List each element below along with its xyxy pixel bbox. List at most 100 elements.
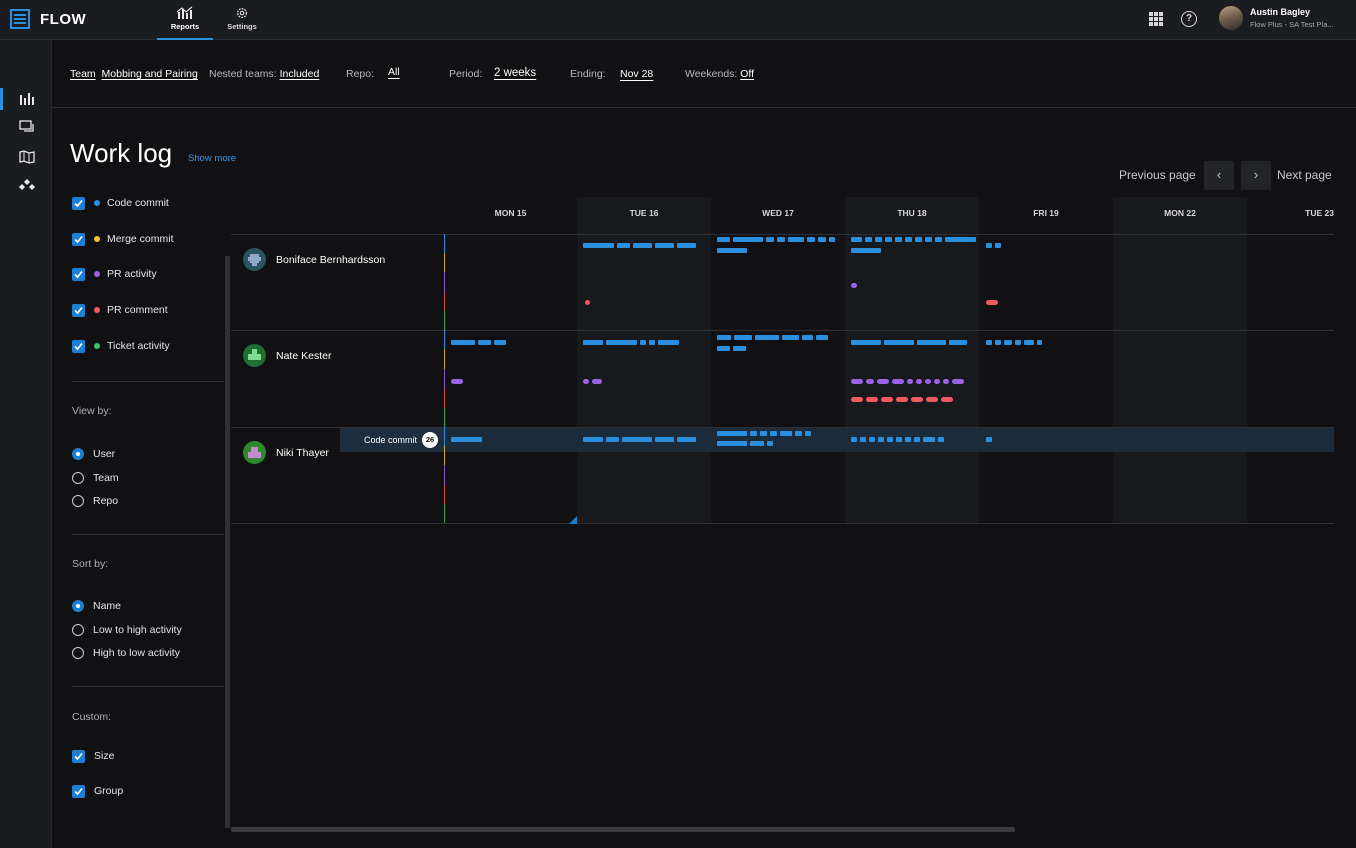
checkbox-checked-icon[interactable] bbox=[72, 749, 85, 763]
pr-activity-mark[interactable] bbox=[866, 379, 874, 384]
legend-pr-comment[interactable]: PR comment bbox=[72, 302, 168, 318]
map-icon[interactable] bbox=[18, 148, 36, 166]
pr-comment-mark[interactable] bbox=[881, 397, 893, 402]
checkbox-checked-icon[interactable] bbox=[72, 267, 85, 281]
pr-activity-mark[interactable] bbox=[892, 379, 904, 384]
code-commit-mark[interactable] bbox=[816, 335, 828, 340]
team-value[interactable]: Mobbing and Pairing bbox=[102, 68, 198, 80]
weekends-value[interactable]: Off bbox=[740, 68, 754, 80]
code-commit-mark[interactable] bbox=[717, 237, 730, 242]
code-commit-mark[interactable] bbox=[1004, 340, 1012, 345]
radio-selected-icon[interactable] bbox=[72, 600, 84, 612]
checkbox-checked-icon[interactable] bbox=[72, 339, 85, 353]
code-commit-mark[interactable] bbox=[767, 441, 773, 446]
app-grid-icon[interactable] bbox=[1149, 12, 1163, 26]
code-commit-mark[interactable] bbox=[478, 340, 491, 345]
code-commit-mark[interactable] bbox=[583, 243, 614, 248]
pr-activity-mark[interactable] bbox=[877, 379, 889, 384]
radio-icon[interactable] bbox=[72, 472, 84, 484]
help-icon[interactable]: ? bbox=[1181, 11, 1197, 27]
checkbox-checked-icon[interactable] bbox=[72, 303, 85, 317]
checkbox-checked-icon[interactable] bbox=[72, 784, 85, 798]
ending-value[interactable]: Nov 28 bbox=[620, 68, 653, 80]
code-commit-mark[interactable] bbox=[995, 340, 1001, 345]
code-commit-mark[interactable] bbox=[884, 340, 914, 345]
nested-teams-filter[interactable]: Nested teams: Included bbox=[209, 68, 319, 80]
code-commit-mark[interactable] bbox=[717, 335, 731, 340]
code-commit-mark[interactable] bbox=[851, 248, 881, 253]
pr-activity-mark[interactable] bbox=[925, 379, 931, 384]
code-commit-mark[interactable] bbox=[995, 243, 1001, 248]
code-commit-mark[interactable] bbox=[805, 431, 811, 436]
code-commit-mark[interactable] bbox=[887, 437, 893, 442]
code-commit-mark[interactable] bbox=[915, 237, 922, 242]
code-commit-mark[interactable] bbox=[905, 437, 911, 442]
sort-by-name[interactable]: Name bbox=[72, 598, 121, 614]
tab-settings[interactable]: Settings bbox=[214, 4, 270, 40]
code-commit-mark[interactable] bbox=[865, 237, 872, 242]
code-commit-mark[interactable] bbox=[923, 437, 935, 442]
code-commit-mark[interactable] bbox=[945, 237, 976, 242]
next-page-label[interactable]: Next page bbox=[1277, 168, 1332, 182]
pr-activity-mark[interactable] bbox=[451, 379, 463, 384]
code-commit-mark[interactable] bbox=[750, 431, 757, 436]
code-commit-mark[interactable] bbox=[649, 340, 655, 345]
user-row-boniface[interactable]: Boniface Bernhardsson bbox=[243, 248, 385, 271]
code-commit-mark[interactable] bbox=[869, 437, 875, 442]
code-commit-mark[interactable] bbox=[770, 431, 777, 436]
code-commit-mark[interactable] bbox=[755, 335, 779, 340]
pr-comment-mark[interactable] bbox=[866, 397, 878, 402]
code-commit-mark[interactable] bbox=[677, 437, 696, 442]
code-commit-mark[interactable] bbox=[818, 237, 826, 242]
previous-page-button[interactable]: ‹ bbox=[1204, 161, 1234, 190]
code-commit-mark[interactable] bbox=[583, 437, 603, 442]
pr-activity-mark[interactable] bbox=[583, 379, 589, 384]
code-commit-mark[interactable] bbox=[677, 243, 696, 248]
resize-corner-icon[interactable] bbox=[569, 516, 577, 524]
code-commit-mark[interactable] bbox=[766, 237, 774, 242]
conversation-icon[interactable] bbox=[18, 118, 36, 136]
code-commit-mark[interactable] bbox=[851, 437, 857, 442]
next-page-button[interactable]: › bbox=[1241, 161, 1271, 190]
pr-activity-mark[interactable] bbox=[851, 283, 857, 288]
pr-activity-mark[interactable] bbox=[943, 379, 949, 384]
pr-comment-mark[interactable] bbox=[896, 397, 908, 402]
pr-comment-mark[interactable] bbox=[941, 397, 953, 402]
code-commit-mark[interactable] bbox=[895, 237, 902, 242]
radio-icon[interactable] bbox=[72, 495, 84, 507]
code-commit-mark[interactable] bbox=[1037, 340, 1042, 345]
pr-activity-mark[interactable] bbox=[934, 379, 940, 384]
code-commit-mark[interactable] bbox=[802, 335, 813, 340]
previous-page-label[interactable]: Previous page bbox=[1119, 168, 1196, 182]
code-commit-mark[interactable] bbox=[717, 346, 730, 351]
code-commit-mark[interactable] bbox=[938, 437, 944, 442]
code-commit-mark[interactable] bbox=[658, 340, 679, 345]
show-more-link[interactable]: Show more bbox=[188, 153, 236, 164]
legend-ticket-activity[interactable]: Ticket activity bbox=[72, 338, 170, 354]
code-commit-mark[interactable] bbox=[829, 237, 835, 242]
code-commit-mark[interactable] bbox=[760, 431, 767, 436]
period-value[interactable]: 2 weeks bbox=[494, 67, 536, 79]
code-commit-mark[interactable] bbox=[896, 437, 902, 442]
code-commit-mark[interactable] bbox=[782, 335, 799, 340]
code-commit-mark[interactable] bbox=[622, 437, 652, 442]
pr-comment-mark[interactable] bbox=[926, 397, 938, 402]
checkbox-checked-icon[interactable] bbox=[72, 232, 85, 246]
view-by-user[interactable]: User bbox=[72, 446, 115, 462]
code-commit-mark[interactable] bbox=[925, 237, 932, 242]
code-commit-mark[interactable] bbox=[885, 237, 892, 242]
code-commit-mark[interactable] bbox=[717, 441, 747, 446]
code-commit-mark[interactable] bbox=[935, 237, 942, 242]
code-commit-mark[interactable] bbox=[795, 431, 802, 436]
code-commit-mark[interactable] bbox=[788, 237, 804, 242]
code-commit-mark[interactable] bbox=[777, 237, 785, 242]
code-commit-mark[interactable] bbox=[617, 243, 630, 248]
code-commit-mark[interactable] bbox=[494, 340, 506, 345]
pr-comment-mark[interactable] bbox=[986, 300, 998, 305]
radio-icon[interactable] bbox=[72, 624, 84, 636]
code-commit-mark[interactable] bbox=[655, 243, 674, 248]
code-commit-mark[interactable] bbox=[1015, 340, 1021, 345]
code-commit-mark[interactable] bbox=[733, 237, 763, 242]
user-avatar[interactable] bbox=[1219, 6, 1243, 30]
code-commit-mark[interactable] bbox=[717, 248, 747, 253]
